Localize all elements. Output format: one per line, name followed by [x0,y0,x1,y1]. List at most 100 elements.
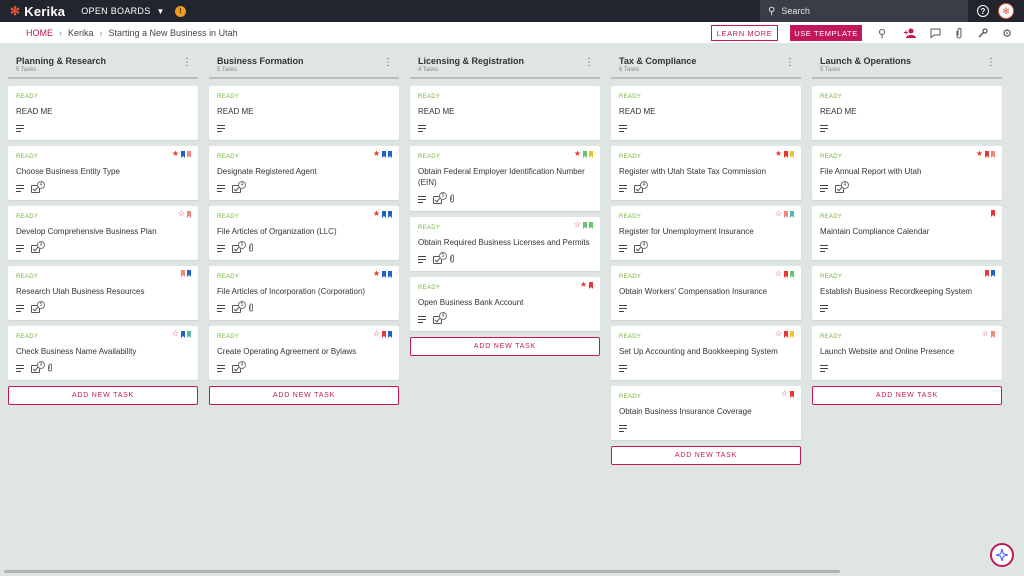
task-card[interactable]: READY READ ME [812,86,1002,140]
learn-more-button[interactable]: LEARN MORE [711,25,778,41]
add-new-task-button[interactable]: ADD NEW TASK [8,386,198,405]
task-card[interactable]: ★ READY File Annual Report with Utah 4 [812,146,1002,200]
star-filled-icon[interactable]: ★ [976,150,983,158]
checklist-icon: 4 [634,180,648,193]
task-card[interactable]: READY READ ME [611,86,801,140]
task-card[interactable]: ☆ READY Obtain Workers' Compensation Insur… [611,266,801,320]
star-outline-icon[interactable]: ☆ [781,390,788,398]
bookmark-tag-icon [382,150,386,158]
avatar[interactable]: ✻ [998,3,1014,19]
column-title: Tax & Compliance [619,56,697,66]
task-card[interactable]: ★ READY File Articles of Incorporation (Co… [209,266,399,320]
card-icons: 5 [217,300,391,314]
task-card[interactable]: READY READ ME [8,86,198,140]
task-card[interactable]: ★ READY Obtain Federal Employer Identifica… [410,146,600,211]
star-filled-icon[interactable]: ★ [580,281,587,289]
star-outline-icon[interactable]: ☆ [178,210,185,218]
task-card[interactable]: ★ READY Choose Business Entity Type 4 [8,146,198,200]
star-filled-icon[interactable]: ★ [172,150,179,158]
checklist-icon: 4 [31,240,45,253]
task-card[interactable]: ☆ READY Obtain Required Business Licenses … [410,217,600,271]
star-outline-icon[interactable]: ☆ [775,270,782,278]
star-filled-icon[interactable]: ★ [775,150,782,158]
description-icon [16,125,24,132]
task-card[interactable]: ☆ READY Develop Comprehensive Business Pla… [8,206,198,260]
chat-icon[interactable] [928,26,942,40]
more-vert-icon[interactable]: ⋮ [584,57,594,68]
task-card[interactable]: ★ READY Open Business Bank Account 4 [410,277,600,331]
card-flags: ★ [373,150,392,158]
add-person-icon[interactable] [903,26,917,40]
task-title: READ ME [619,107,656,116]
task-title: READ ME [217,107,254,116]
star-filled-icon[interactable]: ★ [574,150,581,158]
status-label: READY [619,154,642,160]
more-vert-icon[interactable]: ⋮ [785,57,795,68]
horizontal-scrollbar[interactable] [4,570,840,573]
more-vert-icon[interactable]: ⋮ [383,57,393,68]
star-outline-icon[interactable]: ☆ [775,330,782,338]
task-card[interactable]: ★ READY File Articles of Organization (LLC… [209,206,399,260]
search-input[interactable]: ⚲ Search [760,0,968,22]
add-new-task-button[interactable]: ADD NEW TASK [410,337,600,356]
notification-icon[interactable]: ! [174,5,186,17]
star-filled-icon[interactable]: ★ [373,210,380,218]
use-template-button[interactable]: USE TEMPLATE [790,25,862,41]
card-icons [820,363,994,374]
column-header[interactable]: Business Formation 5 Tasks ⋮ [209,56,399,76]
more-vert-icon[interactable]: ⋮ [986,57,996,68]
breadcrumb-home[interactable]: HOME [26,28,53,38]
more-vert-icon[interactable]: ⋮ [182,57,192,68]
task-card[interactable]: ☆ READY Register for Unemployment Insuranc… [611,206,801,260]
task-card[interactable]: READY Research Utah Business Resources 5 [8,266,198,320]
star-outline-icon[interactable]: ☆ [982,330,989,338]
help-icon[interactable]: ? [977,5,989,17]
column-divider [410,77,600,79]
description-icon [418,256,426,263]
task-card[interactable]: ★ READY Register with Utah State Tax Commi… [611,146,801,200]
attachment-icon [47,363,53,374]
star-outline-icon[interactable]: ☆ [172,330,179,338]
search-icon[interactable]: ⚲ [875,26,889,40]
task-title: File Articles of Incorporation (Corporat… [217,287,366,296]
bookmark-tag-icon [589,281,593,289]
task-title: Register for Unemployment Insurance [619,227,754,236]
add-new-task-button[interactable]: ADD NEW TASK [611,446,801,465]
column-header[interactable]: Licensing & Registration 4 Tasks ⋮ [410,56,600,76]
add-new-task-button[interactable]: ADD NEW TASK [812,386,1002,405]
task-card[interactable]: ☆ READY Launch Website and Online Presence [812,326,1002,380]
task-card[interactable]: READY READ ME [410,86,600,140]
task-card[interactable]: ★ READY Designate Registered Agent 4 [209,146,399,200]
card-icons: 4 [16,240,190,254]
chevron-right-icon: › [59,27,62,38]
star-filled-icon[interactable]: ★ [373,150,380,158]
task-card[interactable]: ☆ READY Create Operating Agreement or Byla… [209,326,399,380]
add-new-task-button[interactable]: ADD NEW TASK [209,386,399,405]
task-card[interactable]: READY Establish Business Recordkeeping Sy… [812,266,1002,320]
task-card[interactable]: ☆ READY Obtain Business Insurance Coverage [611,386,801,440]
star-outline-icon[interactable]: ☆ [775,210,782,218]
settings-gear-icon[interactable]: ⚙ [1000,26,1014,40]
tools-icon[interactable] [976,26,990,40]
column-header[interactable]: Launch & Operations 5 Tasks ⋮ [812,56,1002,76]
card-icons: 5 [217,240,391,254]
star-outline-icon[interactable]: ☆ [373,330,380,338]
task-card[interactable]: READY Maintain Compliance Calendar [812,206,1002,260]
star-filled-icon[interactable]: ★ [373,270,380,278]
task-title: Obtain Workers' Compensation Insurance [619,287,768,296]
task-card[interactable]: ☆ READY Set Up Accounting and Bookkeeping … [611,326,801,380]
kerika-logo[interactable]: ✻ Kerika [10,4,65,19]
description-icon [820,365,828,372]
breadcrumb-org[interactable]: Kerika [68,28,94,38]
task-card[interactable]: READY READ ME [209,86,399,140]
column-header[interactable]: Tax & Compliance 6 Tasks ⋮ [611,56,801,76]
column-header[interactable]: Planning & Research 5 Tasks ⋮ [8,56,198,76]
star-outline-icon[interactable]: ☆ [574,221,581,229]
task-card[interactable]: ☆ READY Check Business Name Availability 4 [8,326,198,380]
attachment-icon[interactable] [952,26,966,40]
checklist-count: 4 [439,311,447,320]
card-icons: 4 [619,180,793,194]
checklist-icon: 5 [433,251,447,264]
open-boards-menu[interactable]: OPEN BOARDS ▼ [81,6,165,16]
ai-assistant-button[interactable] [990,543,1014,567]
